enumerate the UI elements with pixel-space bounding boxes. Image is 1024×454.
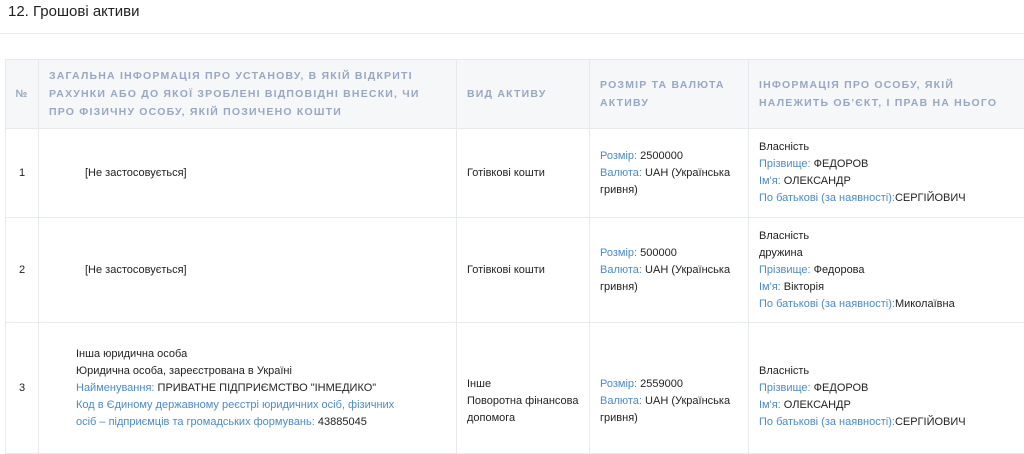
institution-type: Інша юридична особа (76, 346, 396, 363)
patronymic-label: По батькові (за наявності): (759, 416, 895, 428)
owner-cell: Власність Прізвище: ФЕДОРОВ Ім'я: ОЛЕКСА… (749, 323, 1024, 454)
patronymic-value: Миколаївна (895, 298, 955, 310)
header-institution: Загальна інформація про установу, в якій… (39, 60, 457, 129)
size-value: 2559000 (640, 378, 683, 390)
amount-cell: Розмір: 2559000 Валюта: UAH (Українська … (590, 323, 749, 454)
edr-code-value: 43885045 (318, 416, 367, 428)
currency-label: Валюта: (600, 264, 642, 276)
surname-label: Прізвище: (759, 158, 811, 170)
row-number: 2 (6, 218, 39, 323)
table-row: 1 [Не застосовується] Готівкові кошти Ро… (6, 129, 1024, 218)
currency-label: Валюта: (600, 167, 642, 179)
name-value: ОЛЕКСАНДР (784, 399, 851, 411)
institution-kind: Юридична особа, зареєстрована в Україні (76, 363, 396, 380)
owner-right: Власність (759, 139, 1024, 156)
asset-type-cell: Готівкові кошти (457, 218, 590, 323)
size-label: Розмір: (600, 150, 637, 162)
table-row: 2 [Не застосовується] Готівкові кошти Ро… (6, 218, 1024, 323)
name-label: Ім'я: (759, 175, 781, 187)
header-owner: Інформація про особу, якій належить об'є… (749, 60, 1024, 129)
asset-type-main: Інше (467, 376, 579, 393)
institution-cell: Інша юридична особа Юридична особа, заре… (39, 323, 457, 454)
cash-assets-table: № Загальна інформація про установу, в як… (5, 59, 1024, 454)
asset-type-cell: Готівкові кошти (457, 129, 590, 218)
surname-value: Федорова (814, 264, 865, 276)
amount-cell: Розмір: 500000 Валюта: UAH (Українська г… (590, 218, 749, 323)
institution-cell: [Не застосовується] (39, 129, 457, 218)
surname-label: Прізвище: (759, 264, 811, 276)
asset-type-detail: Поворотна фінансова допомога (467, 393, 579, 427)
currency-label: Валюта: (600, 395, 642, 407)
name-value: Вікторія (784, 281, 824, 293)
patronymic-label: По батькові (за наявності): (759, 192, 895, 204)
surname-value: ФЕДОРОВ (814, 158, 869, 170)
owner-right: Власність (759, 363, 1024, 380)
section-divider (0, 33, 1024, 34)
name-value: ОЛЕКСАНДР (784, 175, 851, 187)
size-value: 500000 (640, 247, 677, 259)
institution-cell: [Не застосовується] (39, 218, 457, 323)
row-number: 3 (6, 323, 39, 454)
owner-cell: Власність дружина Прізвище: Федорова Ім'… (749, 218, 1024, 323)
asset-type-cell: Інше Поворотна фінансова допомога (457, 323, 590, 454)
size-label: Розмір: (600, 247, 637, 259)
header-amount: Розмір та валюта активу (590, 60, 749, 129)
org-name-label: Найменування: (76, 382, 154, 394)
table-row: 3 Інша юридична особа Юридична особа, за… (6, 323, 1024, 454)
header-asset-type: Вид активу (457, 60, 590, 129)
owner-cell: Власність Прізвище: ФЕДОРОВ Ім'я: ОЛЕКСА… (749, 129, 1024, 218)
owner-right: Власність (759, 228, 1024, 245)
org-name-value: ПРИВАТНЕ ПІДПРИЄМСТВО "ІНМЕДИКО" (158, 382, 377, 394)
header-number: № (6, 60, 39, 129)
section-title: 12. Грошові активи (8, 3, 140, 20)
name-label: Ім'я: (759, 399, 781, 411)
table-header-row: № Загальна інформація про установу, в як… (6, 60, 1024, 129)
patronymic-value: СЕРГІЙОВИЧ (895, 416, 966, 428)
row-number: 1 (6, 129, 39, 218)
surname-value: ФЕДОРОВ (814, 382, 869, 394)
name-label: Ім'я: (759, 281, 781, 293)
surname-label: Прізвище: (759, 382, 811, 394)
owner-relation: дружина (759, 245, 1024, 262)
patronymic-value: СЕРГІЙОВИЧ (895, 192, 966, 204)
size-value: 2500000 (640, 150, 683, 162)
size-label: Розмір: (600, 378, 637, 390)
amount-cell: Розмір: 2500000 Валюта: UAH (Українська … (590, 129, 749, 218)
patronymic-label: По батькові (за наявності): (759, 298, 895, 310)
